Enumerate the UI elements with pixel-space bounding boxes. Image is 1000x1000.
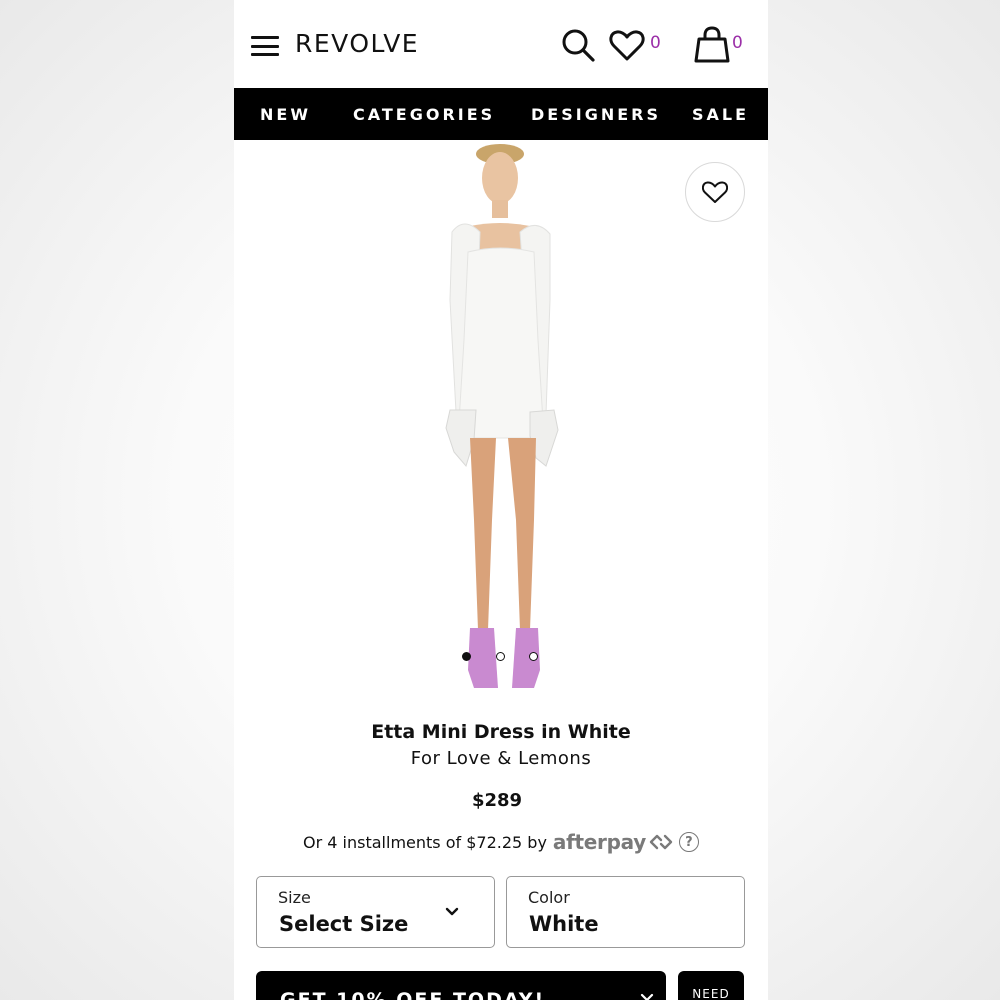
carousel-dot[interactable] [496,652,505,661]
product-image[interactable] [404,140,604,712]
promo-text: GET 10% OFF TODAY! [280,989,546,1000]
nav-item-sale[interactable]: SALE [692,105,749,124]
color-value: White [529,912,599,936]
afterpay-loop-icon [649,834,673,850]
need-help-label: NEED [692,987,730,1000]
menu-icon[interactable] [251,36,279,56]
heart-icon[interactable] [609,28,645,62]
nav-item-new[interactable]: NEW [260,105,311,124]
color-label: Color [528,888,570,907]
color-select[interactable]: Color White [506,876,745,948]
installment-text: Or 4 installments of $72.25 by [303,832,547,852]
product-title: Etta Mini Dress in White [371,721,631,743]
site-header: REVOLVE 0 0 [234,0,768,88]
size-select[interactable]: Size Select Size [256,876,495,948]
help-icon[interactable]: ? [678,832,699,852]
carousel-dot[interactable] [529,652,538,661]
main-nav: NEW CATEGORIES DESIGNERS SALE [234,88,768,140]
chevron-down-icon [445,907,459,916]
site-logo[interactable]: REVOLVE [295,29,419,58]
promo-banner[interactable]: GET 10% OFF TODAY! [256,971,666,1000]
bag-count: 0 [732,33,743,53]
size-label: Size [278,888,311,907]
shopping-bag-icon[interactable] [694,26,730,64]
heart-outline-icon [702,181,728,203]
mobile-page: REVOLVE 0 0 NEW CATEGORIES DESIGNERS SAL… [234,0,768,1000]
size-value: Select Size [279,912,409,936]
afterpay-logo: afterpay [552,830,646,854]
carousel-dot[interactable] [462,652,471,661]
product-brand[interactable]: For Love & Lemons [234,748,768,769]
add-to-wishlist-button[interactable] [685,162,745,222]
carousel-dots [462,652,542,664]
product-gallery[interactable] [234,140,768,712]
need-help-tab[interactable]: NEED [678,971,744,1000]
search-icon[interactable] [560,27,596,63]
wishlist-count: 0 [650,33,661,53]
nav-item-designers[interactable]: DESIGNERS [531,105,661,124]
nav-item-categories[interactable]: CATEGORIES [353,105,495,124]
chevron-down-icon [640,993,654,1000]
product-price: $289 [471,790,523,811]
afterpay-installments: Or 4 installments of $72.25 by afterpay … [234,830,768,854]
